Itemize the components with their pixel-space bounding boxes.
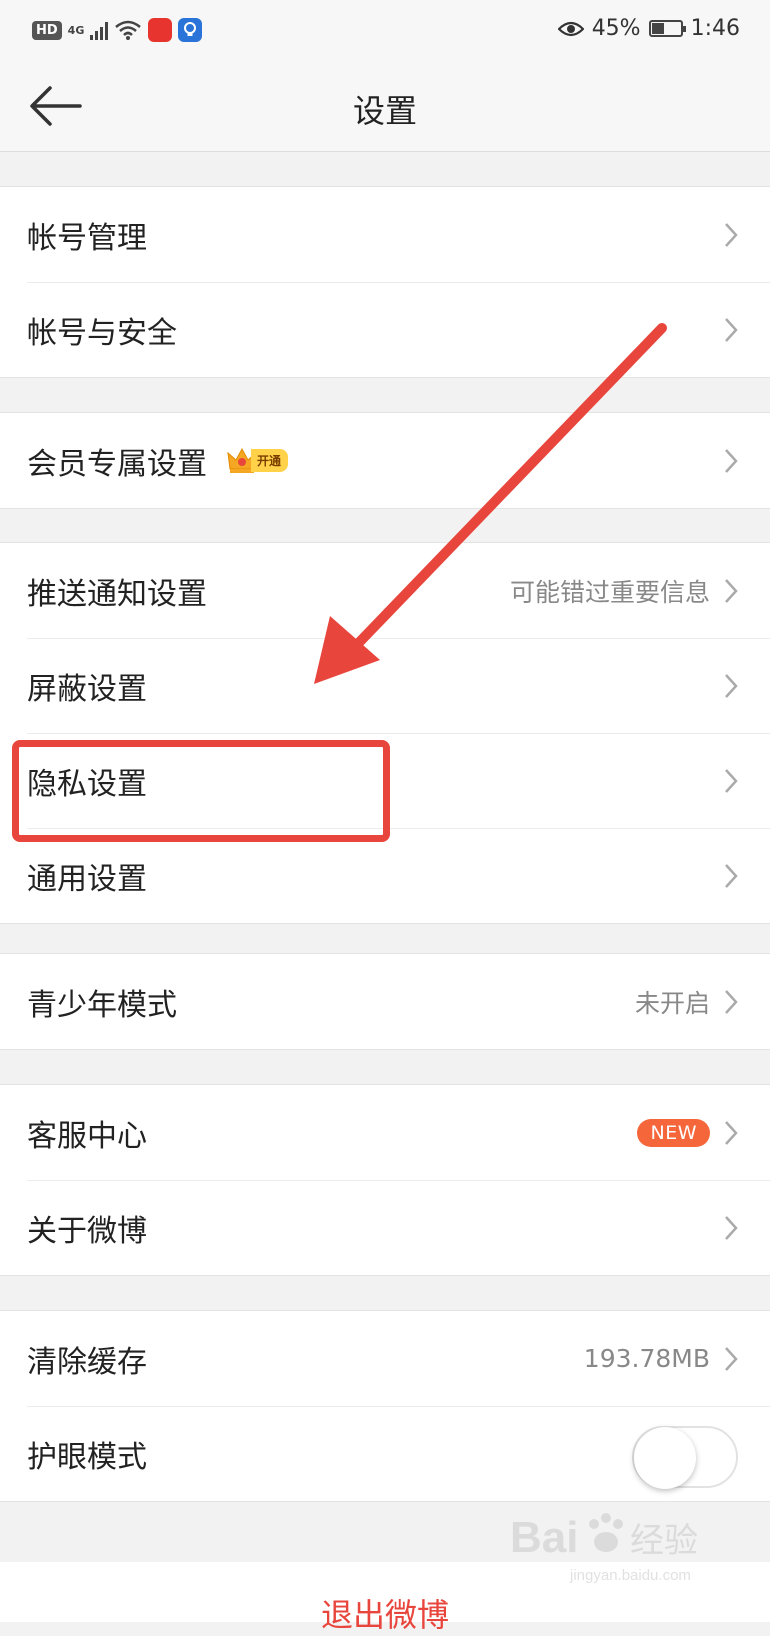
settings-group-account: 帐号管理 帐号与安全 xyxy=(0,186,770,378)
page-title: 设置 xyxy=(352,92,417,130)
row-label: 隐私设置 xyxy=(27,766,147,802)
new-badge: NEW xyxy=(637,1118,710,1147)
battery-percent: 45% xyxy=(591,16,641,41)
row-label: 清除缓存 xyxy=(27,1344,147,1380)
vip-tag-label: 开通 xyxy=(251,449,289,472)
chevron-right-icon xyxy=(725,317,738,342)
chevron-right-icon xyxy=(725,673,738,698)
chevron-right-icon xyxy=(725,863,738,888)
toggle-knob xyxy=(634,1427,696,1489)
cache-size: 193.78MB xyxy=(583,1344,710,1373)
settings-group-storage: 清除缓存 193.78MB 护眼模式 xyxy=(0,1310,770,1502)
row-label: 关于微博 xyxy=(27,1213,147,1249)
chevron-right-icon xyxy=(725,989,738,1014)
row-label: 屏蔽设置 xyxy=(27,671,147,707)
status-right: 45% 1:46 xyxy=(557,16,740,41)
chevron-right-icon xyxy=(725,1120,738,1145)
nav-bar: 设置 xyxy=(0,60,770,152)
watermark-brand: Bai xyxy=(510,1513,578,1562)
settings-group-general: 推送通知设置 可能错过重要信息 屏蔽设置 隐私设置 通用设置 xyxy=(0,542,770,924)
row-customer-service[interactable]: 客服中心 NEW xyxy=(0,1085,770,1180)
eye-care-toggle[interactable] xyxy=(632,1426,738,1489)
row-vip-settings[interactable]: 会员专属设置 开通 xyxy=(0,413,770,508)
row-label: 推送通知设置 xyxy=(27,576,207,612)
signal-icon xyxy=(90,20,109,40)
row-privacy-settings[interactable]: 隐私设置 xyxy=(0,733,770,828)
network-type: 4G xyxy=(67,23,85,37)
watermark-brand2: 经验 xyxy=(630,1521,698,1561)
row-youth-mode[interactable]: 青少年模式 未开启 xyxy=(0,954,770,1049)
logout-button[interactable]: 退出微博 xyxy=(0,1590,770,1636)
battery-fill xyxy=(651,23,665,34)
baidu-jingyan-watermark: Bai 经验 jingyan.baidu.com xyxy=(510,1513,698,1584)
clock: 1:46 xyxy=(690,16,740,41)
chevron-right-icon xyxy=(725,578,738,603)
status-left: HD 4G xyxy=(32,18,203,42)
settings-group-vip: 会员专属设置 开通 xyxy=(0,412,770,509)
hd-indicator: HD xyxy=(32,20,62,40)
row-label: 帐号管理 xyxy=(27,220,147,256)
battery-icon xyxy=(648,20,686,37)
row-label: 通用设置 xyxy=(27,861,147,897)
watermark-url: jingyan.baidu.com xyxy=(569,1567,691,1584)
row-account-management[interactable]: 帐号管理 xyxy=(0,187,770,282)
wifi-icon xyxy=(115,20,142,40)
settings-group-support: 客服中心 NEW 关于微博 xyxy=(0,1084,770,1276)
chevron-right-icon xyxy=(725,768,738,793)
row-about-weibo[interactable]: 关于微博 xyxy=(0,1180,770,1275)
row-clear-cache[interactable]: 清除缓存 193.78MB xyxy=(0,1311,770,1406)
settings-group-youth: 青少年模式 未开启 xyxy=(0,953,770,1050)
vip-open-badge[interactable]: 开通 xyxy=(227,447,289,475)
row-label: 会员专属设置 xyxy=(27,446,207,482)
status-bar: HD 4G 45% 1:46 xyxy=(0,0,770,60)
row-label: 帐号与安全 xyxy=(27,315,177,351)
row-push-notifications[interactable]: 推送通知设置 可能错过重要信息 xyxy=(0,543,770,638)
row-account-security[interactable]: 帐号与安全 xyxy=(0,282,770,377)
chevron-right-icon xyxy=(725,222,738,247)
paw-icon xyxy=(589,1513,623,1552)
app-notification-icon xyxy=(148,18,173,42)
chevron-right-icon xyxy=(725,448,738,473)
eye-icon xyxy=(557,21,584,36)
row-label: 客服中心 xyxy=(27,1118,147,1154)
row-eye-care-mode: 护眼模式 xyxy=(0,1406,770,1501)
bulb-app-icon xyxy=(178,18,203,42)
row-value: 可能错过重要信息 xyxy=(509,577,710,607)
row-label: 护眼模式 xyxy=(27,1439,147,1475)
row-block-settings[interactable]: 屏蔽设置 xyxy=(0,638,770,733)
chevron-right-icon xyxy=(725,1346,738,1371)
row-general-settings[interactable]: 通用设置 xyxy=(0,828,770,923)
chevron-right-icon xyxy=(725,1215,738,1240)
row-value: 未开启 xyxy=(634,988,710,1018)
row-label: 青少年模式 xyxy=(27,987,177,1023)
